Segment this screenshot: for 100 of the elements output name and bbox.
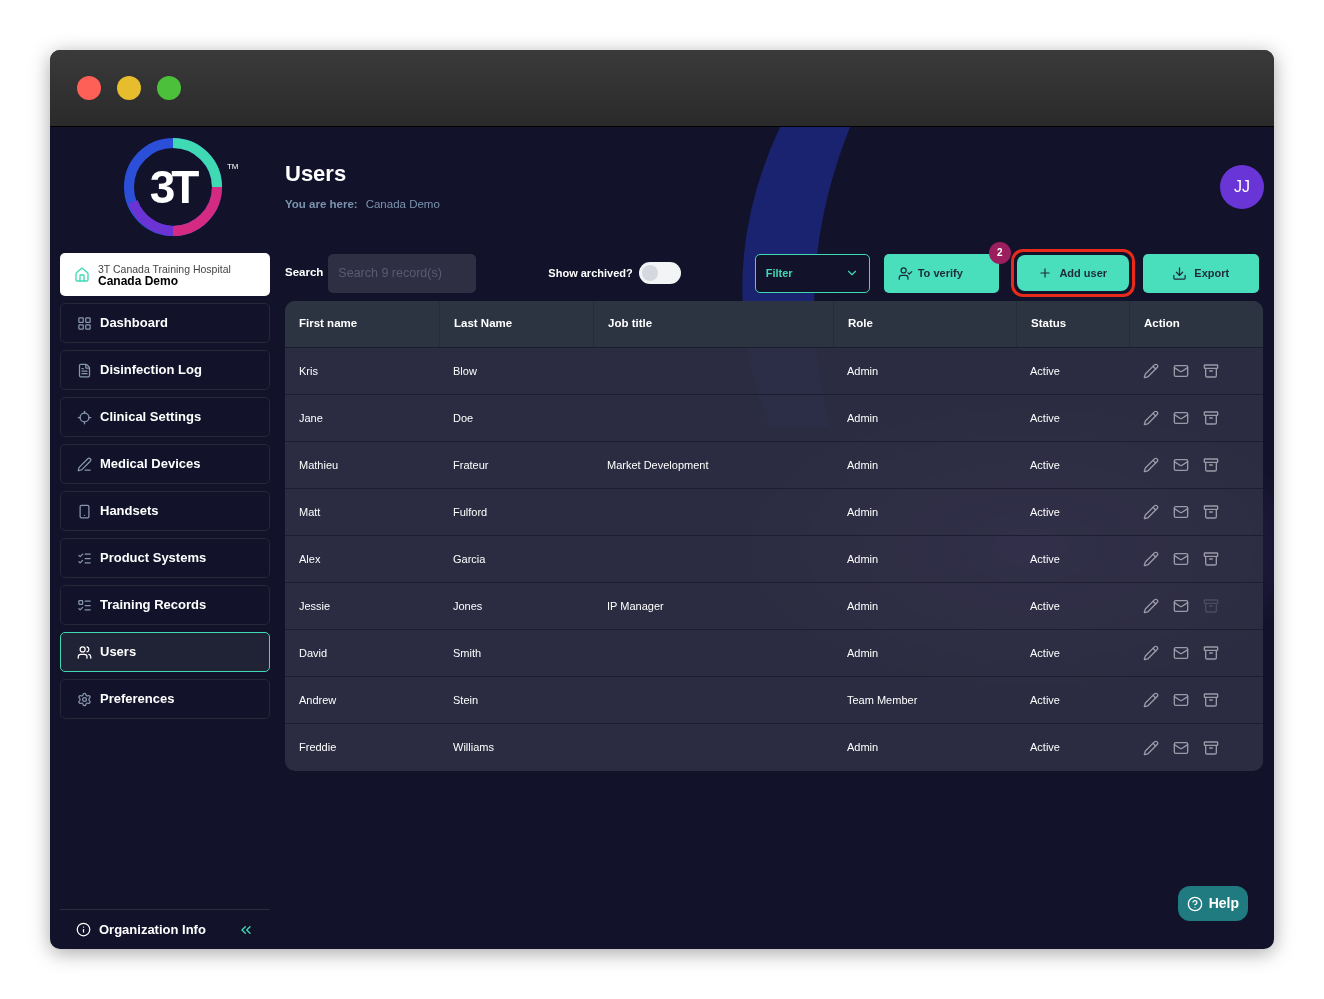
nav-item[interactable]: Product Systems: [60, 538, 270, 578]
table-cell: Active: [1030, 411, 1060, 424]
edit-icon[interactable]: [1143, 551, 1159, 567]
breadcrumb-link[interactable]: Canada Demo: [365, 196, 440, 214]
column-header: Action: [1144, 316, 1180, 332]
table-cell: Williams: [453, 741, 494, 754]
nav-item[interactable]: Dashboard: [60, 303, 270, 343]
edit-icon[interactable]: [1143, 410, 1159, 426]
mail-icon[interactable]: [1173, 739, 1189, 756]
table-cell: Market Development: [607, 458, 709, 471]
table-cell: Admin: [847, 505, 879, 518]
nav-item[interactable]: Training Records: [60, 585, 270, 625]
show-archived-label: Show archived?: [548, 265, 633, 281]
mail-icon[interactable]: [1173, 504, 1189, 520]
pen-icon: [77, 456, 92, 472]
table-cell: Active: [1030, 458, 1060, 471]
breadcrumb-label: You are here:: [285, 197, 358, 212]
organization-name: 3T Canada Training Hospital: [98, 262, 231, 275]
help-icon: [1186, 895, 1203, 912]
organization-card[interactable]: 3T Canada Training Hospital Canada Demo: [60, 253, 270, 296]
page-title: Users: [285, 160, 348, 188]
document-icon: [77, 362, 92, 378]
maximize-button[interactable]: [157, 76, 181, 100]
column-header: First name: [299, 316, 358, 332]
logo-ring-icon: [122, 137, 223, 237]
mail-icon[interactable]: [1173, 551, 1189, 567]
nav-item[interactable]: Medical Devices: [60, 444, 270, 484]
table-cell: Kris: [299, 364, 318, 377]
table-cell: Garcia: [453, 552, 486, 565]
nav-item[interactable]: Clinical Settings: [60, 397, 270, 437]
table-cell: Active: [1030, 693, 1060, 706]
edit-icon[interactable]: [1143, 739, 1159, 756]
mail-icon[interactable]: [1173, 363, 1189, 379]
edit-icon[interactable]: [1143, 645, 1159, 661]
nav-item[interactable]: Preferences: [60, 679, 270, 719]
show-archived-toggle[interactable]: [638, 262, 681, 284]
table-cell: Active: [1030, 741, 1060, 754]
download-icon: [1172, 265, 1188, 281]
checklist-icon: [77, 597, 92, 613]
table-cell: Admin: [847, 599, 879, 612]
plus-icon: [1038, 266, 1053, 280]
logo-text: 3T: [149, 164, 196, 210]
minimize-button[interactable]: [117, 76, 141, 100]
table-cell: Smith: [453, 646, 482, 659]
count-badge: 2: [988, 241, 1011, 264]
table-cell: Stein: [453, 693, 479, 706]
user-avatar[interactable]: JJ: [1220, 165, 1264, 209]
table-cell: Frateur: [453, 458, 489, 471]
filter-dropdown[interactable]: Filter: [754, 253, 870, 293]
table-cell: Freddie: [299, 741, 337, 754]
archive-icon[interactable]: [1203, 645, 1219, 661]
site-name: Canada Demo: [98, 274, 179, 287]
add-user-button[interactable]: Add user: [1016, 255, 1129, 291]
close-button[interactable]: [77, 76, 101, 100]
table-cell: IP Manager: [607, 599, 664, 612]
table-cell: Active: [1030, 599, 1060, 612]
info-icon: [76, 922, 91, 937]
grid-icon: [77, 315, 92, 331]
archive-icon[interactable]: [1203, 504, 1219, 520]
table-cell: Blow: [453, 364, 477, 377]
mail-icon[interactable]: [1173, 598, 1189, 614]
nav-item[interactable]: Disinfection Log: [60, 350, 270, 390]
archive-icon[interactable]: [1203, 363, 1219, 379]
organization-info-link[interactable]: Organization Info: [99, 919, 206, 940]
table-cell: Doe: [453, 411, 474, 424]
nav-item[interactable]: Handsets: [60, 491, 270, 531]
table-cell: Active: [1030, 505, 1060, 518]
mail-icon[interactable]: [1173, 692, 1189, 708]
edit-icon[interactable]: [1143, 363, 1159, 379]
trademark-text: TM: [226, 161, 239, 173]
mail-icon[interactable]: [1173, 410, 1189, 426]
help-button[interactable]: Help: [1177, 886, 1248, 921]
archive-icon[interactable]: [1203, 410, 1219, 426]
table-cell: Team Member: [847, 693, 918, 706]
table-cell: Active: [1030, 552, 1060, 565]
edit-icon[interactable]: [1143, 457, 1159, 473]
export-button[interactable]: Export: [1142, 253, 1259, 293]
table-cell: Fulford: [453, 505, 488, 518]
edit-icon[interactable]: [1143, 504, 1159, 520]
archive-icon[interactable]: [1203, 739, 1219, 756]
archive-icon[interactable]: [1203, 551, 1219, 567]
table-cell: Jane: [299, 411, 323, 424]
column-header: Role: [848, 316, 873, 332]
mail-icon[interactable]: [1173, 645, 1189, 661]
table-cell: Admin: [847, 646, 879, 659]
edit-icon[interactable]: [1143, 598, 1159, 614]
table-cell: Active: [1030, 646, 1060, 659]
table-cell: Alex: [299, 552, 321, 565]
table-cell: Active: [1030, 364, 1060, 377]
edit-icon[interactable]: [1143, 692, 1159, 708]
table-cell: David: [299, 646, 328, 659]
archive-icon[interactable]: [1203, 457, 1219, 473]
table-cell: Matt: [299, 505, 321, 518]
table-cell: Jones: [453, 599, 483, 612]
nav-item[interactable]: Users: [60, 632, 270, 672]
user-check-icon: [897, 265, 913, 281]
table-cell: Admin: [847, 741, 879, 754]
archive-icon[interactable]: [1203, 692, 1219, 708]
checklist-icon: [77, 550, 92, 566]
mail-icon[interactable]: [1173, 457, 1189, 473]
